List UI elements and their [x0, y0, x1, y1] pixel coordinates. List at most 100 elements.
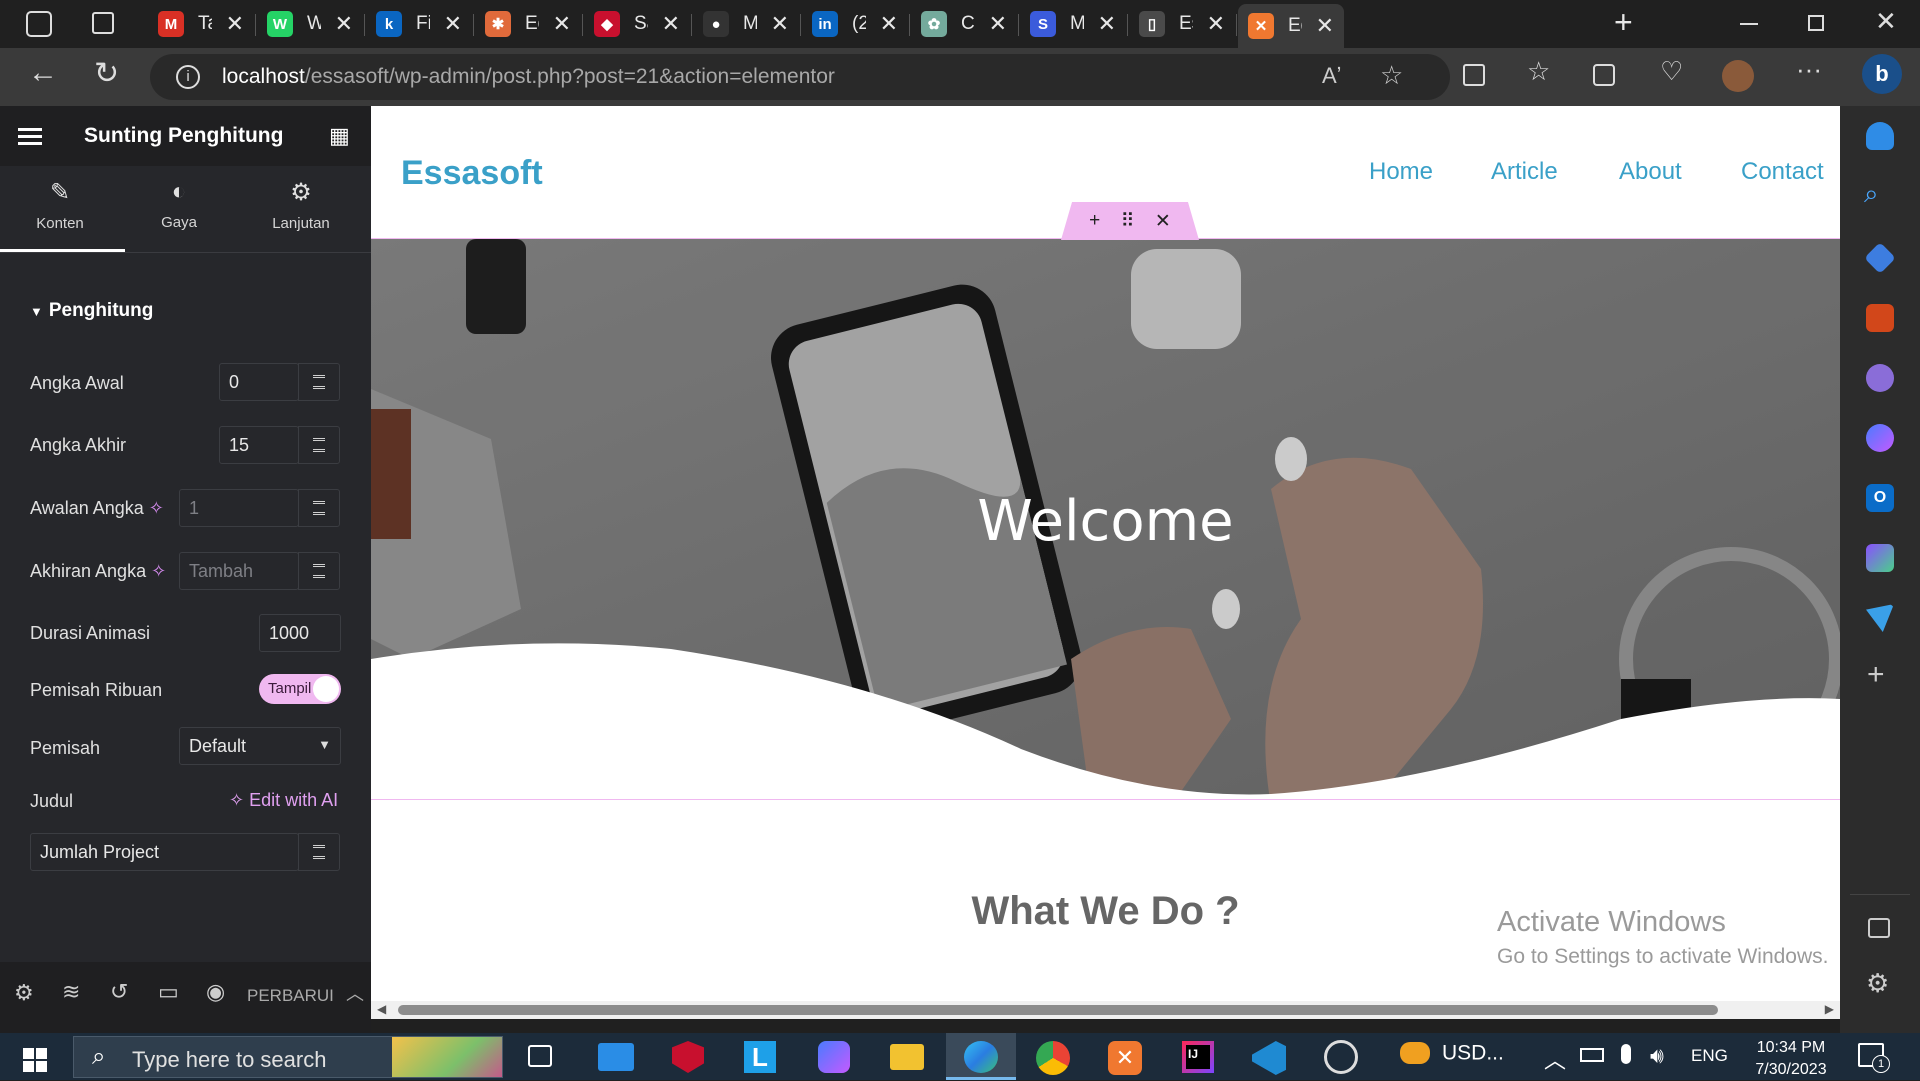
windows-start-icon[interactable]: [23, 1048, 47, 1072]
bing-copilot-icon[interactable]: b: [1862, 54, 1902, 94]
nav-contact[interactable]: Contact: [1741, 158, 1824, 186]
drag-handle-icon[interactable]: ⠿: [1121, 210, 1135, 233]
minimize-button[interactable]: [1740, 23, 1758, 25]
scroll-right-arrow-icon[interactable]: ▶: [1825, 1002, 1834, 1016]
new-tab-button[interactable]: +: [1614, 4, 1633, 41]
widgets-grid-icon[interactable]: ▦: [329, 123, 350, 149]
history-icon[interactable]: ↺: [110, 979, 128, 1005]
scroll-left-arrow-icon[interactable]: ◀: [377, 1002, 386, 1016]
task-view-icon[interactable]: [528, 1045, 552, 1067]
close-tab-icon[interactable]: ✕: [444, 11, 462, 37]
awalan-angka-input[interactable]: 1: [179, 489, 299, 527]
pemisah-select[interactable]: Default ▼: [179, 727, 341, 765]
close-tab-icon[interactable]: ✕: [226, 11, 244, 37]
workspaces-icon[interactable]: [26, 11, 52, 37]
hide-sidebar-icon[interactable]: [1868, 918, 1890, 938]
pemisah-ribuan-toggle[interactable]: Tampil: [259, 674, 341, 704]
site-logo[interactable]: Essasoft: [401, 154, 543, 193]
ai-sparkle-icon[interactable]: ✧: [149, 498, 164, 518]
read-aloud-icon[interactable]: Aʼ: [1322, 63, 1342, 89]
mail-app-icon[interactable]: [598, 1043, 634, 1071]
angka-akhir-input[interactable]: 15: [219, 426, 299, 464]
dynamic-tags-button[interactable]: [298, 489, 340, 527]
canvas-horizontal-scrollbar[interactable]: ◀ ▶: [371, 1001, 1840, 1019]
bell-icon[interactable]: [1866, 122, 1894, 150]
obs-app-icon[interactable]: [1324, 1040, 1358, 1074]
address-bar[interactable]: i localhost/essasoft/wp-admin/post.php?p…: [150, 54, 1450, 100]
close-tab-icon[interactable]: ✕: [880, 11, 898, 37]
browser-essentials-icon[interactable]: ♡: [1660, 56, 1683, 87]
language-indicator[interactable]: ENG: [1691, 1046, 1728, 1066]
taskbar-search-box[interactable]: ⌕ Type here to search: [73, 1036, 503, 1078]
sidebar-settings-icon[interactable]: ⚙: [1866, 968, 1889, 999]
close-tab-icon[interactable]: ✕: [1207, 11, 1225, 37]
preview-eye-icon[interactable]: ◉: [206, 979, 225, 1005]
volume-icon[interactable]: 🔊︎: [1650, 1043, 1664, 1069]
clock[interactable]: 10:34 PM 7/30/2023: [1746, 1037, 1836, 1081]
browser-tab[interactable]: ✱ Edit ✕: [475, 6, 581, 42]
file-explorer-icon[interactable]: [890, 1044, 924, 1070]
shopping-tag-icon[interactable]: [1864, 242, 1896, 274]
delete-section-icon[interactable]: ✕: [1155, 210, 1171, 233]
site-info-icon[interactable]: i: [176, 65, 200, 89]
xampp-app-icon[interactable]: ✕: [1108, 1041, 1142, 1075]
browser-tab[interactable]: ● Mah ✕: [693, 6, 799, 42]
intellij-app-icon[interactable]: IJ: [1182, 1041, 1214, 1073]
angka-awal-input[interactable]: 0: [219, 363, 299, 401]
dynamic-tags-button[interactable]: [298, 363, 340, 401]
tray-chevron-icon[interactable]: ︿: [1544, 1043, 1566, 1075]
edit-with-ai-link[interactable]: ✧ Edit with AI: [229, 790, 338, 811]
nav-home[interactable]: Home: [1369, 158, 1433, 186]
ai-sparkle-icon[interactable]: ✧: [151, 561, 166, 581]
send-icon[interactable]: [1866, 604, 1894, 632]
close-tab-icon[interactable]: ✕: [1098, 11, 1116, 37]
layers-icon[interactable]: ≋: [62, 979, 80, 1005]
battery-icon[interactable]: [1580, 1048, 1604, 1062]
back-icon[interactable]: ←: [28, 56, 58, 90]
browser-tab[interactable]: ◆ Satu ✕: [584, 6, 690, 42]
browser-tab[interactable]: in (2) F ✕: [802, 6, 908, 42]
tab-gaya[interactable]: ◐ Gaya: [119, 178, 239, 231]
akhiran-angka-input[interactable]: Tambah: [179, 552, 299, 590]
tab-konten[interactable]: ✎ Konten: [0, 178, 120, 232]
durasi-animasi-input[interactable]: 1000: [259, 614, 341, 652]
hero-section[interactable]: Welcome: [371, 239, 1840, 806]
vscode-app-icon[interactable]: [1252, 1041, 1286, 1075]
section-toggle[interactable]: ▼ Penghitung: [30, 300, 153, 322]
search-icon[interactable]: ⌕: [1864, 178, 1879, 210]
copilot-app-icon[interactable]: [818, 1041, 850, 1073]
close-window-button[interactable]: ✕: [1875, 6, 1897, 37]
l-app-icon[interactable]: L: [744, 1041, 776, 1073]
dynamic-tags-button[interactable]: [298, 426, 340, 464]
hamburger-menu-icon[interactable]: [18, 128, 42, 131]
games-icon[interactable]: [1866, 364, 1894, 392]
more-menu-icon[interactable]: ···: [1796, 54, 1822, 85]
close-tab-icon[interactable]: ✕: [989, 11, 1007, 37]
browser-tab[interactable]: M Table ✕: [148, 6, 254, 42]
notification-center-icon[interactable]: 1: [1858, 1043, 1890, 1073]
designer-icon[interactable]: [1866, 544, 1894, 572]
browser-tab[interactable]: ▯ Essa ✕: [1129, 6, 1235, 42]
section-handle[interactable]: + ⠿ ✕: [1061, 202, 1199, 240]
microphone-icon[interactable]: [1621, 1044, 1631, 1064]
dynamic-tags-button[interactable]: [298, 833, 340, 871]
favorites-icon[interactable]: ☆: [1527, 56, 1550, 87]
collections-icon[interactable]: [1593, 64, 1615, 86]
judul-input[interactable]: Jumlah Project: [30, 833, 299, 871]
scrollbar-thumb[interactable]: [398, 1005, 1718, 1015]
browser-tab[interactable]: S Mah ✕: [1020, 6, 1126, 42]
favorite-star-icon[interactable]: ☆: [1380, 60, 1403, 91]
close-tab-icon[interactable]: ✕: [1316, 13, 1334, 39]
outlook-icon[interactable]: O: [1866, 484, 1894, 512]
tab-actions-icon[interactable]: [92, 12, 114, 34]
browser-tab[interactable]: k Find ✕: [366, 6, 472, 42]
add-sidebar-app-icon[interactable]: +: [1867, 658, 1885, 692]
tools-icon[interactable]: [1866, 304, 1894, 332]
weather-widget[interactable]: USD...: [1400, 1041, 1504, 1065]
update-button[interactable]: PERBARUI: [247, 986, 334, 1006]
add-section-icon[interactable]: +: [1089, 210, 1100, 232]
nav-article[interactable]: Article: [1491, 158, 1558, 186]
close-tab-icon[interactable]: ✕: [662, 11, 680, 37]
browser-tab[interactable]: ✿ Chat ✕: [911, 6, 1017, 42]
browser-tab[interactable]: W WhatsApp ✕: [257, 6, 363, 42]
